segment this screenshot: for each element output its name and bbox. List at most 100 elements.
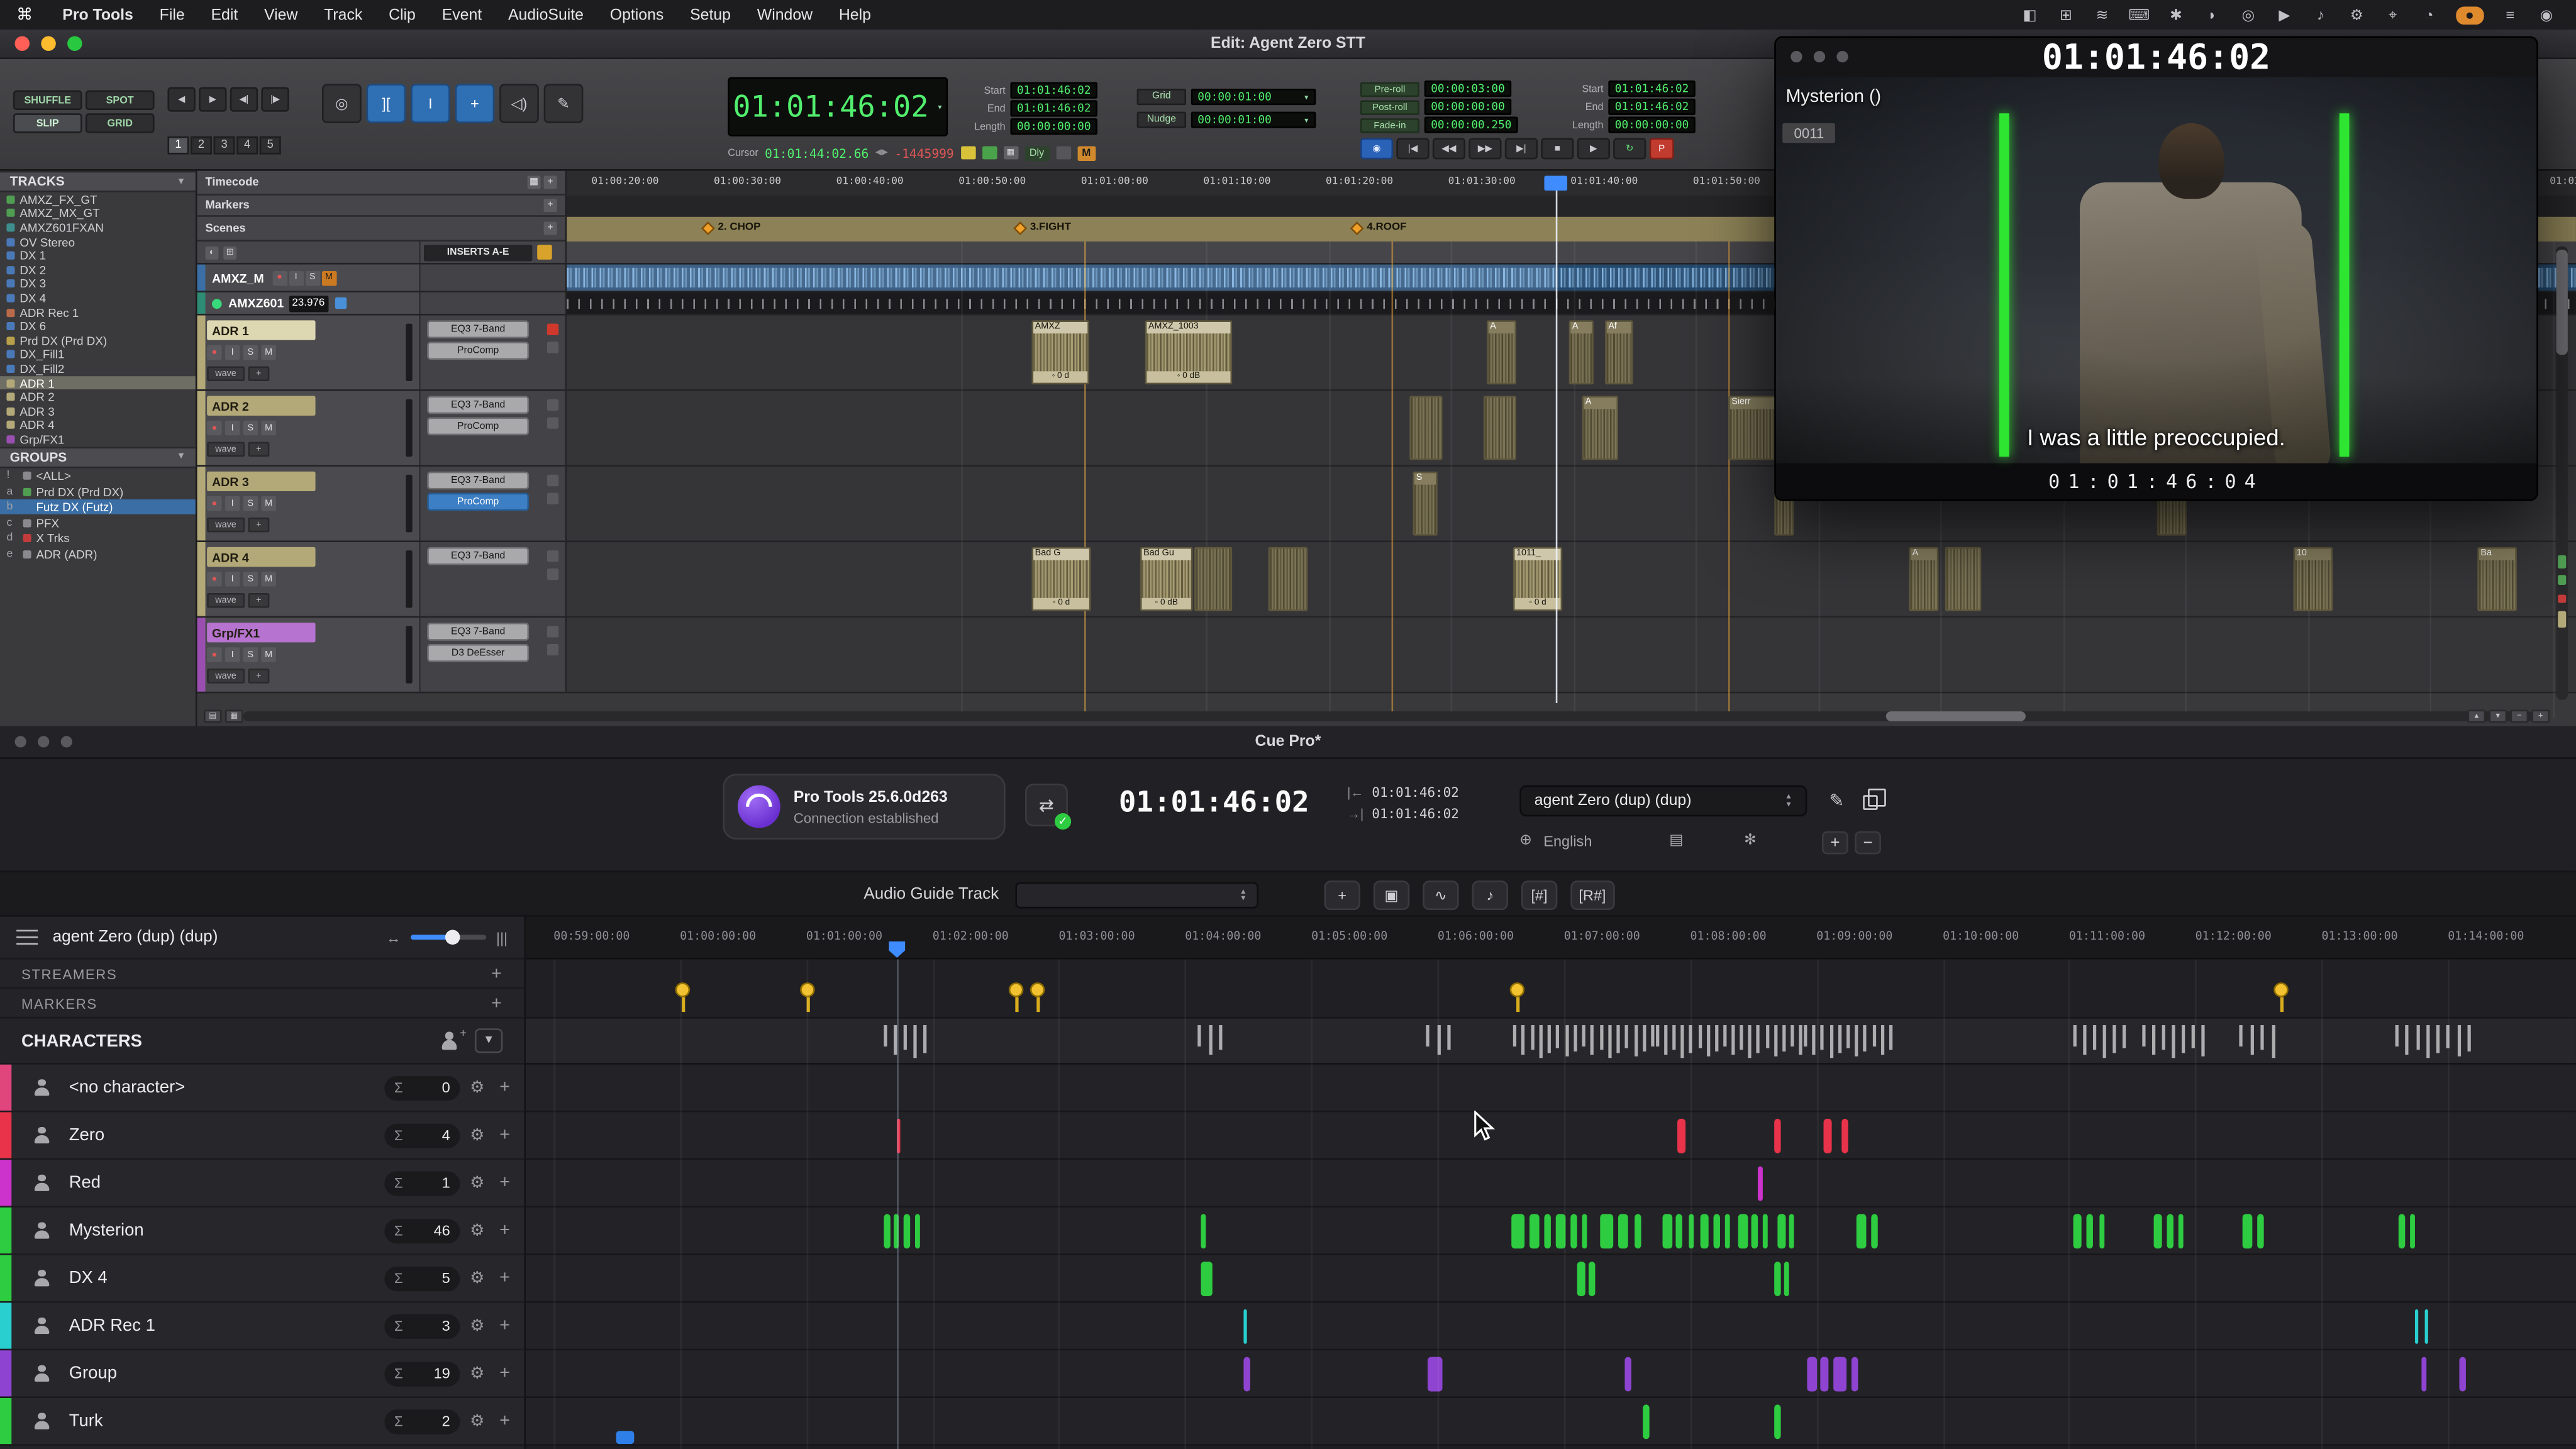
zoom-out-button[interactable]: ◀ — [167, 87, 195, 111]
zoom-preset-3[interactable]: 3 — [214, 136, 235, 155]
sidebar-track-adr-2[interactable]: ADR 2 — [0, 390, 196, 404]
session-select[interactable]: agent Zero (dup) (dup) ▲▼ — [1519, 786, 1807, 817]
audio-clip[interactable]: A — [1569, 320, 1594, 384]
cue-clip[interactable] — [1582, 1214, 1587, 1248]
add-character-button[interactable]: + — [440, 1031, 458, 1050]
track-button-s[interactable]: S — [243, 421, 258, 436]
cue-number-button[interactable]: [#] — [1521, 880, 1557, 910]
keyboard-icon[interactable]: ⌨ — [2128, 6, 2150, 24]
pre-roll-button[interactable]: P — [1650, 138, 1674, 159]
audio-clip[interactable]: Ba — [2477, 547, 2517, 611]
cue-clip[interactable] — [1689, 1214, 1694, 1248]
cue-marker-icon[interactable] — [1510, 982, 1525, 997]
cue-clip[interactable] — [1577, 1262, 1585, 1296]
character-add-cue-button[interactable]: + — [499, 1173, 510, 1192]
stage-manager-icon[interactable]: ◧ — [2020, 6, 2040, 24]
track-automation-selector[interactable]: + — [248, 442, 270, 457]
sidebar-track-amxz-fx-gt[interactable]: AMXZ_FX_GT — [0, 192, 196, 206]
edit-mode-slip[interactable]: SLIP — [13, 113, 82, 133]
grid-value-field[interactable]: 00:00:01:00▾ — [1191, 89, 1316, 105]
sidebar-track-amxz601fxan[interactable]: AMXZ601FXAN — [0, 221, 196, 235]
insert-procomp[interactable]: ProComp — [427, 417, 529, 435]
track-button-record[interactable]: ● — [207, 345, 222, 360]
cue-clip[interactable] — [904, 1214, 910, 1248]
close-button[interactable] — [15, 36, 30, 51]
spotlight-icon[interactable]: ⌖ — [2383, 6, 2402, 24]
card-add-button[interactable]: ▣ — [1374, 880, 1409, 910]
cue-clip[interactable] — [2415, 1309, 2418, 1344]
menu-item-pro-tools[interactable]: Pro Tools — [49, 0, 146, 30]
scenes-ruler-header[interactable]: Scenes + — [197, 217, 567, 242]
cue-clip[interactable] — [1824, 1119, 1832, 1153]
track-name-plate[interactable]: ADR 2 — [207, 396, 315, 416]
menu-item-clip[interactable]: Clip — [375, 0, 429, 30]
track-lane-grp-fx1[interactable] — [567, 618, 2576, 692]
sidebar-group-all[interactable]: !<ALL> — [0, 468, 196, 484]
groups-list-header[interactable]: GROUPS▼ — [0, 447, 196, 468]
menu-item-edit[interactable]: Edit — [198, 0, 252, 30]
rewind-button[interactable]: ◀◀ — [1433, 138, 1465, 159]
timecode-ruler-header[interactable]: Timecode ▦+ — [197, 171, 567, 196]
cue-clip[interactable] — [1635, 1214, 1641, 1248]
close-button[interactable] — [15, 736, 26, 747]
cue-clip[interactable] — [1871, 1214, 1877, 1248]
audio-clip[interactable] — [1945, 547, 1981, 611]
cue-clip[interactable] — [1243, 1357, 1250, 1392]
cue-clip[interactable] — [1777, 1214, 1785, 1248]
minimize-button[interactable] — [1814, 51, 1825, 62]
vertical-scrollbar[interactable] — [2557, 247, 2568, 700]
sidebar-track-adr-rec-1[interactable]: ADR Rec 1 — [0, 305, 196, 319]
track-button-s[interactable]: S — [243, 345, 258, 360]
sidebar-track-dx-2[interactable]: DX 2 — [0, 263, 196, 277]
add-session-button[interactable]: + — [1822, 831, 1848, 855]
cue-clip[interactable] — [2167, 1214, 2173, 1248]
edit-session-button[interactable]: ✎ — [1822, 786, 1852, 815]
loop-button[interactable]: ↻ — [1613, 138, 1646, 159]
cue-clip[interactable] — [2459, 1357, 2465, 1392]
character-settings-button[interactable]: ⚙ — [470, 1079, 484, 1097]
cue-clip[interactable] — [1201, 1214, 1206, 1248]
track-button-record[interactable]: ● — [207, 421, 222, 436]
cue-clip[interactable] — [1833, 1357, 1846, 1392]
cue-clip[interactable] — [1725, 1214, 1730, 1248]
cue-clip[interactable] — [1428, 1357, 1443, 1392]
character-add-cue-button[interactable]: + — [499, 1221, 510, 1240]
cue-clip[interactable] — [1530, 1214, 1540, 1248]
sidebar-track-ov-stereo[interactable]: OV Stereo — [0, 235, 196, 248]
timeline-insertion-chip[interactable] — [960, 146, 975, 159]
sidebar-track-adr-1[interactable]: ADR 1 — [0, 375, 196, 389]
sync-button[interactable]: ⇄ — [1025, 784, 1068, 826]
online-button[interactable]: ◉ — [1360, 138, 1393, 159]
cue-clip[interactable] — [1841, 1119, 1848, 1153]
character-settings-button[interactable]: ⚙ — [470, 1317, 484, 1335]
zoom-preset-2[interactable]: 2 — [191, 136, 212, 155]
menu-item-help[interactable]: Help — [826, 0, 884, 30]
menu-item-audiosuite[interactable]: AudioSuite — [495, 0, 597, 30]
edit-mode-spot[interactable]: SPOT — [86, 91, 155, 110]
siri-icon[interactable]: ◉ — [2536, 6, 2556, 24]
sidebar-track-dx-fill1[interactable]: DX_Fill1 — [0, 348, 196, 362]
cue-clip[interactable] — [1663, 1214, 1673, 1248]
nudge-value-field[interactable]: 00:00:01:00▾ — [1191, 112, 1316, 128]
stepper-icon[interactable]: ▲▼ — [1785, 794, 1792, 809]
play-button[interactable]: ▶ — [1577, 138, 1610, 159]
grid-display-chip[interactable]: ▦ — [1003, 146, 1018, 159]
track-button-m[interactable]: M — [261, 345, 276, 360]
cue-clip[interactable] — [1556, 1214, 1566, 1248]
main-counter[interactable]: 01:01:46:02▾ — [728, 77, 948, 136]
audio-clip[interactable]: AMXZ_10030 dB — [1145, 320, 1232, 384]
cue-clip[interactable] — [1789, 1214, 1794, 1248]
track-button-i[interactable]: I — [225, 572, 240, 587]
markers-ruler-header[interactable]: Markers + — [197, 196, 567, 217]
grid-view-icon[interactable]: ▦ — [225, 709, 243, 723]
sidebar-group-prd-dx-prd-dx[interactable]: aPrd DX (Prd DX) — [0, 484, 196, 499]
track-button-m[interactable]: M — [261, 496, 276, 511]
cue-clip[interactable] — [1675, 1214, 1682, 1248]
scene-marker[interactable]: 4.ROOF — [1352, 222, 1407, 233]
audio-clip[interactable]: A — [1909, 547, 1938, 611]
character-add-cue-button[interactable]: + — [499, 1078, 510, 1097]
cue-clip[interactable] — [1618, 1214, 1628, 1248]
insert-indicator[interactable] — [547, 550, 558, 562]
zoom-in-button[interactable]: ▶ — [199, 87, 226, 111]
add-cue-button[interactable]: + — [1324, 880, 1360, 910]
